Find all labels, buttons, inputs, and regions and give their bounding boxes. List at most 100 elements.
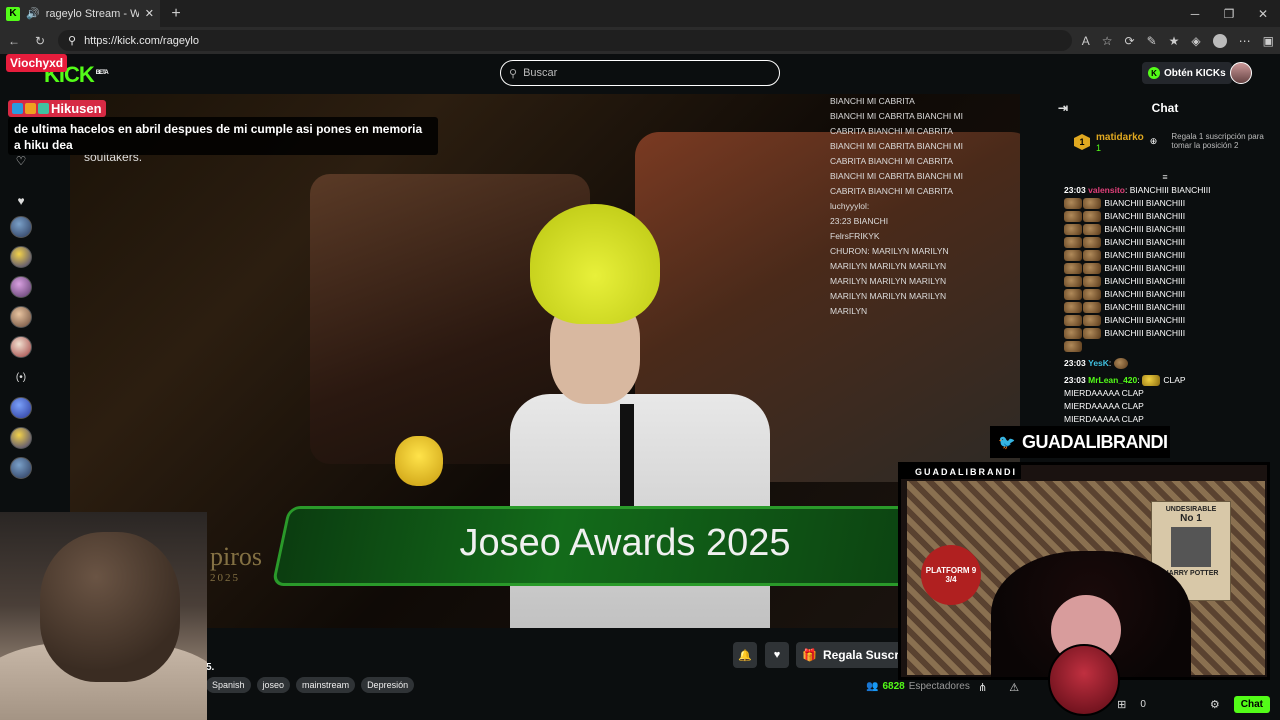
heart-icon[interactable]: ♡ (16, 154, 27, 168)
search-input[interactable] (523, 67, 764, 79)
emote-line (1064, 340, 1274, 353)
twitter-bird-icon: 🐦 (998, 434, 1015, 450)
emote-icon (1083, 237, 1101, 249)
points-icon[interactable]: ⊞ (1117, 698, 1126, 711)
chat-username[interactable]: valensito (1088, 185, 1125, 195)
emote-icon (1064, 198, 1082, 210)
award-logo-year: 2025 (210, 572, 240, 584)
follow-heart-button[interactable]: ♥ (765, 642, 789, 668)
report-icon[interactable]: ⚠ (1009, 681, 1019, 694)
url-field[interactable]: ⚲ https://kick.com/rageylo (58, 30, 1072, 51)
chat-text: BIANCHIII BIANCHIII (1104, 289, 1186, 299)
reload-icon[interactable]: ↻ (32, 34, 48, 48)
speaker-icon[interactable]: 🔊 (26, 7, 40, 20)
sidebar-toggle-icon[interactable]: ▣ (1263, 34, 1274, 48)
chat-line: MIERDAAAAA CLAP (1064, 400, 1274, 413)
sidebar-channel-avatar[interactable] (10, 306, 32, 328)
chat-messages: 23:03 valensito: BIANCHIII BIANCHIII BIA… (1050, 182, 1280, 426)
minimize-icon[interactable]: ─ (1178, 0, 1212, 27)
twitter-handle-text: GUADALIBRANDI (1022, 431, 1168, 452)
user-avatar[interactable] (1230, 62, 1252, 84)
extension-icon[interactable]: ✎ (1147, 34, 1157, 48)
chat-footer: ⊞ 0 ⚙ Chat (1050, 688, 1280, 720)
new-tab-button[interactable]: + (164, 2, 188, 26)
close-window-icon[interactable]: ✕ (1246, 0, 1280, 27)
emote-icon (1083, 289, 1101, 301)
share-icon[interactable]: ⋔ (978, 681, 987, 694)
onscreen-chat-line: MARILYN MARILYN MARILYN (830, 261, 947, 271)
emote-icon (1142, 375, 1160, 387)
chat-timestamp: 23:03 (1064, 358, 1086, 368)
sidebar-channel-avatar[interactable] (10, 216, 32, 238)
chat-username[interactable]: MrLean_420 (1088, 375, 1137, 385)
tag-chip[interactable]: mainstream (296, 677, 356, 693)
otter-webcam (0, 512, 207, 720)
pinned-leaderboard: 1 matidarko 1 ⊕ Regala 1 suscripción par… (1050, 122, 1280, 172)
address-bar: ← ↻ ⚲ https://kick.com/rageylo A ☆ ⟳ ✎ ★… (0, 27, 1280, 54)
sidebar-channel-avatar[interactable] (10, 336, 32, 358)
tag-chip[interactable]: Depresión (361, 677, 415, 693)
chat-settings-icon[interactable]: ⚙ (1210, 698, 1220, 711)
emote-icon (1064, 289, 1082, 301)
favorite-star-icon[interactable]: ☆ (1102, 34, 1113, 48)
refresh-extension-icon[interactable]: ⟳ (1125, 34, 1135, 48)
restore-icon[interactable]: ❐ (1212, 0, 1246, 27)
chat-title: Chat (1151, 101, 1179, 115)
onscreen-chat-line: 23:23 BIANCHI (830, 216, 889, 226)
performer-hat (530, 204, 660, 324)
favorites-icon[interactable]: ★ (1169, 34, 1180, 48)
shield-icon[interactable]: ◈ (1191, 34, 1200, 48)
overlay-username-1: Viochyxd (6, 54, 68, 72)
more-menu-icon[interactable]: ⋯ (1239, 34, 1251, 48)
poster-title: UNDESIRABLE (1165, 506, 1217, 513)
viewer-count: 👥 6828 Espectadores (866, 681, 970, 692)
onscreen-chat-line: MARILYN (830, 306, 868, 316)
emote-line: BIANCHIII BIANCHIII (1064, 249, 1274, 262)
emote-line: BIANCHIII BIANCHIII (1064, 275, 1274, 288)
video-player[interactable]: soultakers. BIANCHI MI CABRITA BIANCHI M… (70, 94, 1020, 628)
award-banner-text: Joseo Awards 2025 (459, 522, 791, 564)
chat-text: BIANCHIII BIANCHIII (1104, 263, 1186, 273)
emote-icon (1064, 276, 1082, 288)
collapse-chat-icon[interactable]: ⇥ (1058, 101, 1068, 115)
pinned-username[interactable]: matidarko (1096, 132, 1144, 143)
onscreen-chat-line: FelrsFRIKYK (830, 231, 880, 241)
browser-tabbar: K 🔊 rageylo Stream - Watch Live o ✕ + ─ … (0, 0, 1280, 27)
search-bar[interactable]: ⚲ (500, 60, 780, 86)
emote-line: BIANCHIII BIANCHIII (1064, 301, 1274, 314)
live-broadcast-icon: (•) (15, 372, 27, 383)
browser-tab[interactable]: K 🔊 rageylo Stream - Watch Live o ✕ (0, 0, 160, 27)
sidebar-channel-avatar[interactable] (10, 457, 32, 479)
rank-badge-icon: 1 (1074, 134, 1090, 150)
onscreen-chat-overlay: BIANCHI MI CABRITA BIANCHI MI CABRITA BI… (830, 94, 1010, 394)
onscreen-chat-line: CABRITA BIANCHI MI CABRITA (830, 126, 953, 136)
sidebar-channel-avatar[interactable] (10, 246, 32, 268)
tab-title: rageylo Stream - Watch Live o (45, 7, 139, 20)
chat-message: 23:03 YesK: (1064, 357, 1274, 370)
sidebar-channel-avatar[interactable] (10, 397, 32, 419)
tag-chip[interactable]: Spanish (206, 677, 251, 693)
sidebar-channel-avatar[interactable] (10, 276, 32, 298)
gift-sub-button[interactable]: 🎁 Regala Suscrip (796, 642, 906, 668)
notification-bell-button[interactable]: 🔔 (733, 642, 757, 668)
back-icon[interactable]: ← (6, 34, 22, 48)
emote-icon (1083, 263, 1101, 275)
site-info-icon[interactable]: ⚲ (68, 34, 76, 47)
sidebar-channel-avatar[interactable] (10, 427, 32, 449)
emote-line: BIANCHIII BIANCHIII (1064, 197, 1274, 210)
chat-text: BIANCHIII BIANCHIII (1104, 237, 1186, 247)
tag-chip[interactable]: joseo (256, 677, 291, 693)
read-aloud-icon[interactable]: A (1082, 34, 1090, 48)
profile-avatar[interactable] (1212, 33, 1227, 48)
poster-number: No 1 (1180, 513, 1202, 524)
emote-icon (1064, 250, 1082, 262)
get-kicks-button[interactable]: K Obtén KICKs (1142, 62, 1232, 84)
sort-chat-icon[interactable]: ≡ (1050, 172, 1280, 182)
chat-send-button[interactable]: Chat (1233, 695, 1270, 713)
stream-title: 5. (206, 662, 215, 673)
close-tab-icon[interactable]: ✕ (145, 7, 154, 20)
emote-line: BIANCHIII BIANCHIII (1064, 314, 1274, 327)
chat-username[interactable]: YesK (1088, 358, 1109, 368)
following-heart-icon[interactable]: ♥ (17, 194, 24, 208)
emote-icon (1064, 302, 1082, 314)
